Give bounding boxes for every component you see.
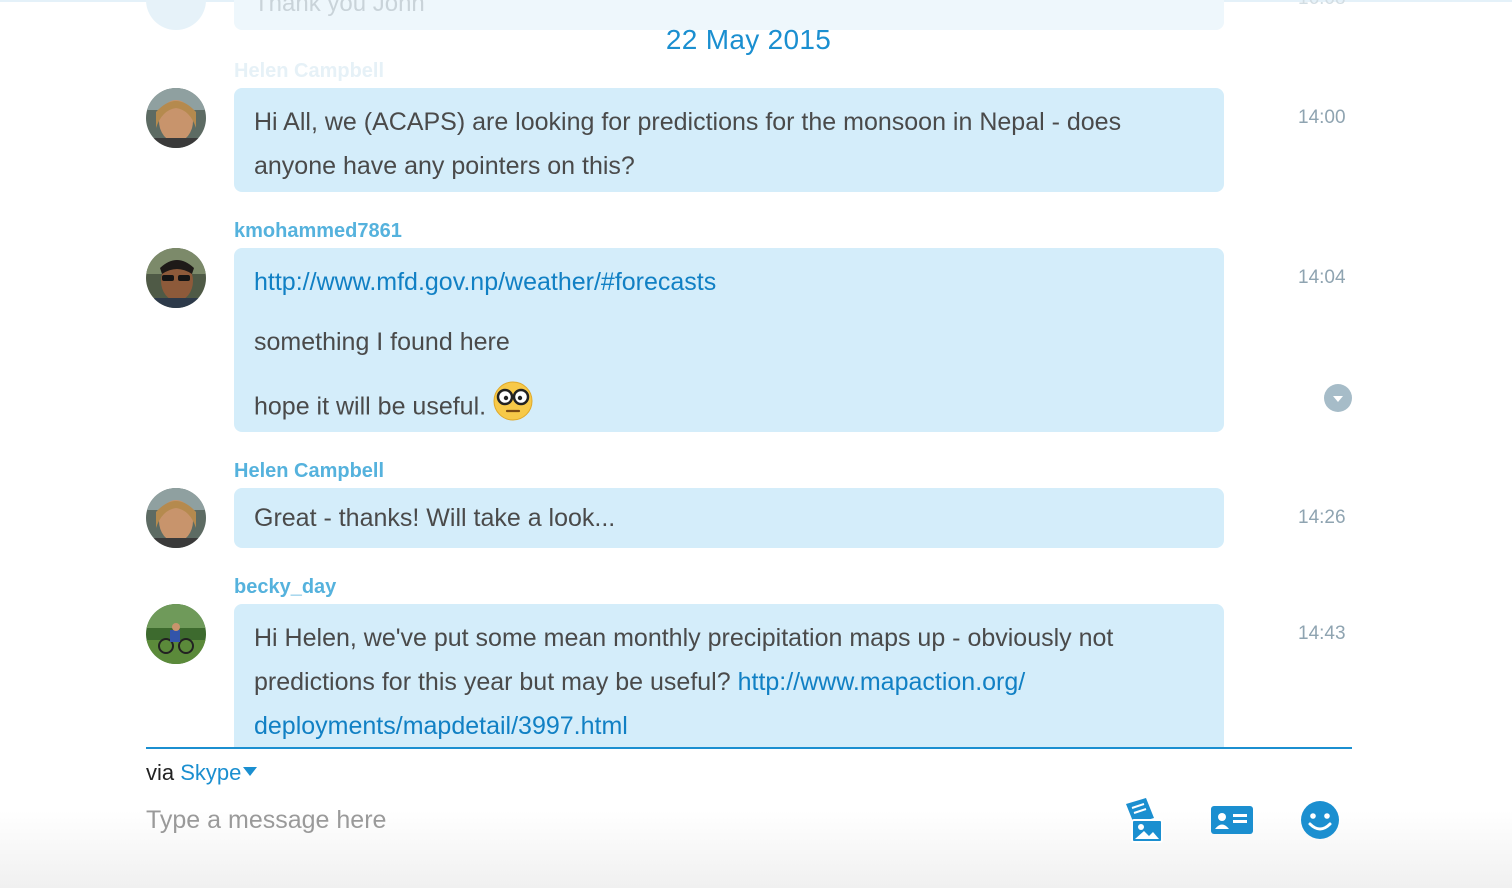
message-line: anyone have any pointers on this? xyxy=(254,152,635,180)
message-text-previous: Thank you John xyxy=(254,0,425,17)
send-contact-icon[interactable] xyxy=(1209,796,1255,844)
sender-name: Helen Campbell xyxy=(234,60,385,82)
sender-name[interactable]: becky_day xyxy=(234,576,336,599)
message-menu-dropdown-icon[interactable] xyxy=(1324,384,1352,412)
message-line: something I found here xyxy=(254,328,510,356)
date-separator: 22 May 2015 xyxy=(665,24,832,55)
composer-divider xyxy=(146,747,1352,749)
message-bubble[interactable]: Hi Helen, we've put some mean monthly pr… xyxy=(234,604,1224,748)
avatar-helen-campbell[interactable] xyxy=(146,488,206,548)
message-line: Great - thanks! Will take a look... xyxy=(254,504,616,532)
service-name[interactable]: Skype xyxy=(180,760,241,785)
via-label: via xyxy=(146,760,175,785)
message-bubble[interactable]: Hi All, we (ACAPS) are looking for predi… xyxy=(234,88,1224,192)
message-bubble[interactable]: http://www.mfd.gov.np/weather/#forecasts… xyxy=(234,248,1224,432)
message-line: Hi Helen, we've put some mean monthly pr… xyxy=(254,624,1114,652)
message-time: 14:26 xyxy=(1298,507,1346,528)
avatar-helen-campbell[interactable] xyxy=(146,88,206,148)
message-link[interactable]: deployments/mapdetail/3997.html xyxy=(254,712,628,740)
avatar-becky-day[interactable] xyxy=(146,604,206,664)
send-file-icon[interactable] xyxy=(1120,796,1166,844)
message-time: 14:04 xyxy=(1298,267,1346,288)
via-service-selector[interactable]: via Skype xyxy=(146,760,258,786)
message-input[interactable] xyxy=(146,800,1046,840)
sender-name[interactable]: Helen Campbell xyxy=(234,460,384,483)
message-time: 14:43 xyxy=(1298,623,1346,644)
emoticon-icon[interactable] xyxy=(1297,796,1343,844)
message-link[interactable]: http://www.mfd.gov.np/weather/#forecasts xyxy=(254,268,716,296)
sender-name[interactable]: kmohammed7861 xyxy=(234,220,402,243)
message-line: predictions for this year but may be use… xyxy=(254,668,731,696)
message-time-previous: 16:08 xyxy=(1298,0,1346,10)
message-bubble[interactable]: Great - thanks! Will take a look... xyxy=(234,488,1224,548)
nerd-face-emoji-icon xyxy=(492,380,534,436)
message-line: hope it will be useful. xyxy=(254,392,487,421)
message-line: Hi All, we (ACAPS) are looking for predi… xyxy=(254,108,1122,136)
message-time: 14:00 xyxy=(1298,107,1346,128)
message-link[interactable]: http://www.mapaction.org/ xyxy=(738,668,1026,696)
dropdown-caret-icon[interactable] xyxy=(243,766,258,776)
avatar-kmohammed7861[interactable] xyxy=(146,248,206,308)
